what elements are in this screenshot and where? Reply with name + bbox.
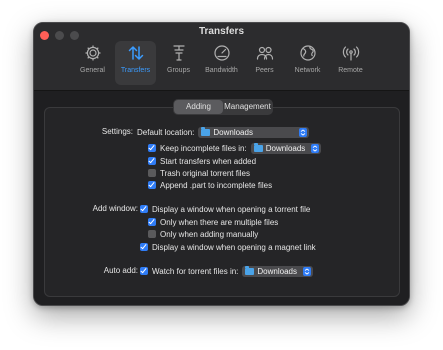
folder-icon bbox=[253, 143, 263, 152]
default-location-label: Default location: bbox=[137, 127, 195, 137]
window-title: Transfers bbox=[198, 26, 245, 37]
display-magnet-checkbox[interactable] bbox=[140, 243, 148, 251]
peers-icon bbox=[256, 46, 273, 60]
tab-network-label: Network bbox=[294, 67, 321, 74]
folder-icon bbox=[245, 266, 255, 275]
watch-folder-value: Downloads bbox=[257, 266, 297, 276]
tab-remote[interactable]: Remote bbox=[330, 41, 371, 85]
only-multiple-checkbox[interactable] bbox=[148, 218, 156, 226]
start-when-added-row[interactable]: Start transfers when added bbox=[148, 155, 256, 167]
display-torrent-checkbox[interactable] bbox=[140, 205, 148, 213]
tab-general[interactable]: General bbox=[72, 41, 113, 85]
tab-general-label: General bbox=[80, 67, 105, 74]
globe-icon bbox=[299, 45, 316, 61]
tab-groups[interactable]: Groups bbox=[158, 41, 199, 85]
only-manual-row[interactable]: Only when adding manually bbox=[148, 228, 258, 240]
folder-icon bbox=[201, 127, 211, 136]
incomplete-folder-value: Downloads bbox=[265, 143, 306, 153]
trash-original-label: Trash original torrent files bbox=[160, 168, 250, 178]
gear-icon bbox=[85, 45, 100, 61]
keep-incomplete-checkbox[interactable] bbox=[148, 144, 156, 152]
add-window-section-label: Add window: bbox=[92, 204, 138, 213]
settings-section-label: Settings: bbox=[101, 127, 133, 136]
only-multiple-row[interactable]: Only when there are multiple files bbox=[148, 216, 278, 228]
watch-folder-label: Watch for torrent files in: bbox=[152, 266, 239, 276]
display-torrent-row[interactable]: Display a window when opening a torrent … bbox=[140, 203, 310, 215]
titlebar: Transfers General Transfers Groups Bandw… bbox=[34, 23, 409, 91]
tab-bandwidth[interactable]: Bandwidth bbox=[201, 41, 242, 85]
tab-remote-label: Remote bbox=[338, 67, 363, 74]
tab-peers[interactable]: Peers bbox=[244, 41, 285, 85]
append-part-label: Append .part to incomplete files bbox=[160, 180, 273, 190]
watch-folder-checkbox[interactable] bbox=[140, 267, 148, 275]
settings-panel: Settings: Default location: Downloads Ke… bbox=[44, 107, 400, 297]
tab-peers-label: Peers bbox=[255, 67, 274, 74]
chevron-updown-icon bbox=[298, 127, 307, 137]
trash-original-checkbox[interactable] bbox=[148, 169, 156, 177]
watch-folder-popup[interactable]: Downloads bbox=[242, 265, 313, 277]
default-location-value: Downloads bbox=[213, 127, 253, 137]
start-when-added-label: Start transfers when added bbox=[160, 156, 257, 166]
default-location-row: Default location: Downloads bbox=[137, 126, 309, 138]
preferences-content: Settings: Default location: Downloads Ke… bbox=[34, 92, 409, 305]
tab-transfers[interactable]: Transfers bbox=[115, 41, 156, 85]
default-location-popup[interactable]: Downloads bbox=[198, 126, 309, 138]
chevron-updown-icon bbox=[302, 266, 311, 276]
antenna-icon bbox=[342, 46, 359, 61]
chevron-updown-icon bbox=[311, 143, 320, 153]
only-multiple-label: Only when there are multiple files bbox=[160, 217, 279, 227]
preferences-window: Transfers General Transfers Groups Bandw… bbox=[33, 22, 410, 306]
tab-network[interactable]: Network bbox=[287, 41, 328, 85]
display-magnet-row[interactable]: Display a window when opening a magnet l… bbox=[140, 241, 316, 253]
trash-original-row[interactable]: Trash original torrent files bbox=[148, 167, 250, 179]
tab-management[interactable]: Management bbox=[223, 100, 272, 114]
append-part-checkbox[interactable] bbox=[148, 181, 156, 189]
tab-groups-label: Groups bbox=[167, 67, 190, 74]
gauge-icon bbox=[213, 45, 230, 61]
display-magnet-label: Display a window when opening a magnet l… bbox=[152, 242, 316, 252]
only-manual-checkbox[interactable] bbox=[148, 230, 156, 238]
watch-folder-row[interactable]: Watch for torrent files in: Downloads bbox=[140, 265, 313, 277]
tab-adding[interactable]: Adding bbox=[174, 100, 223, 114]
incomplete-folder-popup[interactable]: Downloads bbox=[250, 142, 322, 154]
tab-transfers-label: Transfers bbox=[120, 67, 151, 74]
preferences-toolbar: General Transfers Groups Bandwidth Peers… bbox=[34, 41, 409, 89]
tab-bandwidth-label: Bandwidth bbox=[205, 67, 238, 74]
only-manual-label: Only when adding manually bbox=[160, 229, 259, 239]
start-when-added-checkbox[interactable] bbox=[148, 157, 156, 165]
keep-incomplete-row[interactable]: Keep incomplete files in: Downloads bbox=[148, 142, 322, 154]
adding-management-segmented-control: Adding Management bbox=[173, 99, 273, 115]
keep-incomplete-label: Keep incomplete files in: bbox=[160, 143, 247, 153]
groups-icon bbox=[172, 45, 185, 61]
append-part-row[interactable]: Append .part to incomplete files bbox=[148, 179, 272, 191]
transfers-icon bbox=[128, 46, 143, 60]
display-torrent-label: Display a window when opening a torrent … bbox=[152, 204, 311, 214]
auto-add-section-label: Auto add: bbox=[103, 266, 138, 275]
